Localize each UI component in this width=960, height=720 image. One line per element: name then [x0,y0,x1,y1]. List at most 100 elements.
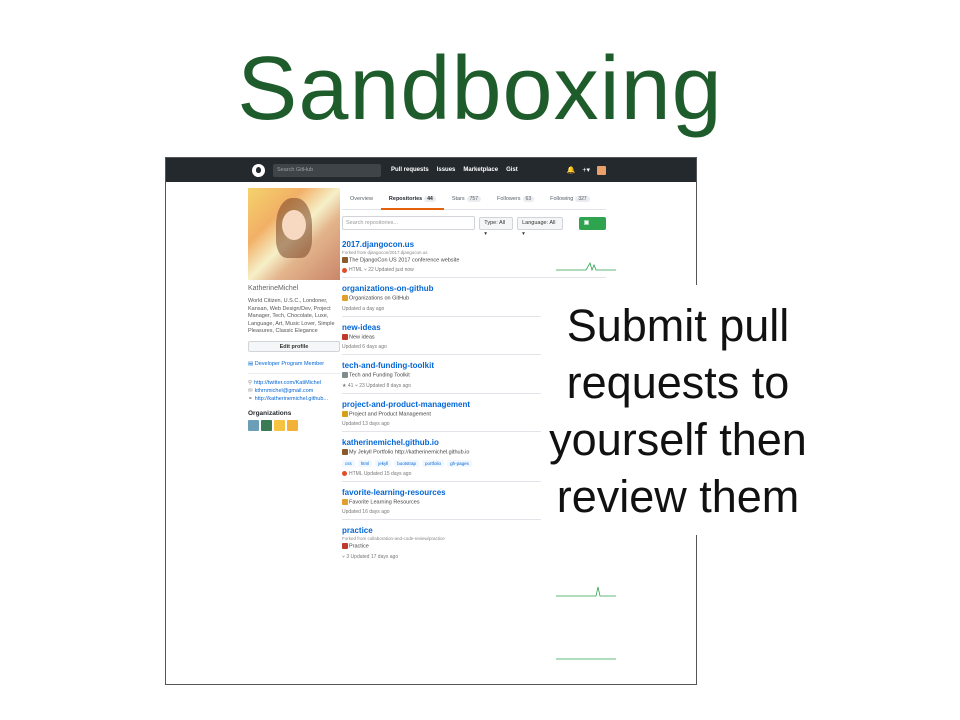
emoji-icon [342,410,348,417]
tab-count: 327 [575,195,590,202]
github-logo-icon[interactable] [252,163,265,177]
mail-icon: ✉ [248,387,253,394]
organizations-heading: Organizations [248,409,292,417]
user-avatar-menu[interactable] [597,165,606,175]
nav-marketplace[interactable]: Marketplace [463,167,498,173]
plus-menu-icon[interactable]: +▾ [582,166,590,174]
activity-sparkline [556,658,616,660]
github-topbar: Search GitHub Pull requests Issues Marke… [166,158,696,182]
repo-meta-text: Updated 16 days ago [342,509,390,516]
emoji-icon [342,295,348,302]
new-repo-button[interactable]: ▣ New [578,216,606,239]
repo-description-text: My Jekyll Portfolio http://katherinemich… [349,449,470,456]
edit-profile-button[interactable]: Edit profile [248,340,340,352]
profile-bio: World Citizen, U.S.C., Londoner, Kansan,… [248,298,335,334]
emoji-icon [342,498,348,505]
topic-tag[interactable]: portfolio [422,459,445,467]
profile-twitter[interactable]: ⚲ http://twitter.com/KatiMichel [248,379,340,387]
org-avatar[interactable] [261,419,272,431]
type-filter-select[interactable]: Type: All ▾ [479,216,514,237]
tab-count: 63 [522,195,535,202]
tab-followers[interactable]: Followers 63 [489,188,542,210]
link-icon: ⚭ [248,395,253,402]
tab-count: 44 [424,195,436,202]
org-avatar[interactable] [287,419,298,431]
repo-meta-text: HTML ⑂ 22 Updated just now [349,267,414,274]
repo-meta-text: ⑂ 3 Updated 17 days ago [342,553,399,560]
repo-description-text: The DjangoCon US 2017 conference website [349,257,460,264]
nav-issues[interactable]: Issues [437,167,456,173]
repo-meta-text: Updated 13 days ago [342,421,390,428]
organizations-list [248,419,340,431]
topic-tag[interactable]: html [357,459,373,467]
tab-repositories[interactable]: Repositories 44 [380,188,444,210]
developer-program-link[interactable]: ▤ Developer Program Member [248,361,340,374]
repo-filter-bar: Search repositories... Type: All ▾ Langu… [342,216,606,239]
tab-label: Followers [497,195,521,202]
profile-twitter-text: http://twitter.com/KatiMichel [254,379,321,386]
profile-email[interactable]: ✉ kthrnmichel@gmail.com [248,387,340,395]
bell-icon[interactable]: 🔔 [567,166,576,174]
repo-description-text: Project and Product Management [349,411,431,418]
repo-description-text: Tech and Funding Toolkit [349,372,410,379]
profile-tabs: Overview Repositories 44 Stars 757 Followe… [342,188,606,210]
profile-email-text: kthrnmichel@gmail.com [254,387,314,394]
new-repo-icon: ▣ [583,219,590,226]
repo-description: Practice [342,543,606,550]
location-icon: ⚲ [248,379,253,386]
language-filter-select[interactable]: Language: All ▾ [517,216,563,237]
emoji-icon [342,257,348,263]
slide-title: Sandboxing [237,39,723,139]
repo-description-text: Organizations on GitHub [349,295,410,302]
topic-tag[interactable]: bootstrap [394,459,420,467]
org-avatar[interactable] [274,419,285,431]
profile-username: KatherineMichel [248,285,299,292]
repo-meta-text: ★ 41 ⑂ 23 Updated 8 days ago [342,382,411,389]
callout-box: Submit pull requests to yourself then re… [541,285,815,535]
profile-avatar [248,188,340,280]
nav-gist[interactable]: Gist [506,167,518,173]
repo-description-text: Favorite Learning Resources [349,499,420,506]
repo-meta-text: Updated a day ago [342,305,385,312]
badge-icon: ▤ [248,360,255,367]
repo-name-link[interactable]: 2017.djangocon.us [342,240,606,249]
emoji-icon [342,333,348,340]
repo-meta: ⑂ 3 Updated 17 days ago [342,554,606,560]
repo-forked-from[interactable]: Forked from collaboration-and-code-revie… [342,536,606,541]
profile-sidebar: KatherineMichel World Citizen, U.S.C., L… [248,188,340,431]
repo-description-text: New ideas [349,334,375,341]
profile-website-text: http://katherinemichel.github... [254,395,328,402]
org-avatar[interactable] [248,419,259,431]
profile-links: ⚲ http://twitter.com/KatiMichel ✉ kthrnmic… [248,379,340,403]
slide: Sandboxing Search GitHub Pull requests I… [0,0,960,720]
topic-tag[interactable]: gh-pages [447,459,472,467]
callout-text: Submit pull requests to yourself then re… [549,300,807,522]
tab-stars[interactable]: Stars 757 [444,188,489,210]
emoji-icon [342,372,348,379]
search-input[interactable]: Search GitHub [273,163,381,177]
developer-program-label: Developer Program Member [254,360,325,367]
tab-count: 757 [466,195,481,202]
repo-meta-text: Updated 6 days ago [342,344,387,351]
tab-label: Overview [350,195,373,202]
repo-forked-from[interactable]: Forked from djangocon/2017.djangocon.us [342,250,606,255]
repo-meta-text: HTML Updated 15 days ago [349,470,412,477]
tab-label: Following [550,195,574,202]
repo-search-input[interactable]: Search repositories... [342,216,476,230]
activity-sparkline [556,261,616,272]
tab-label: Repositories [388,195,423,202]
activity-sparkline [556,586,616,597]
topic-tag[interactable]: jekyll [375,459,392,467]
nav-pull-requests[interactable]: Pull requests [391,167,429,173]
top-nav: Pull requests Issues Marketplace Gist [391,167,518,173]
tab-following[interactable]: Following 327 [542,188,598,210]
tab-overview[interactable]: Overview [342,188,381,210]
emoji-icon [342,543,348,550]
profile-website[interactable]: ⚭ http://katherinemichel.github... [248,395,340,403]
topbar-right: 🔔 +▾ [567,165,606,175]
tab-label: Stars [451,195,465,202]
repo-description-text: Practice [349,543,369,550]
topic-tag[interactable]: css [342,459,355,467]
emoji-icon [342,449,348,456]
language-dot-icon [342,470,347,476]
